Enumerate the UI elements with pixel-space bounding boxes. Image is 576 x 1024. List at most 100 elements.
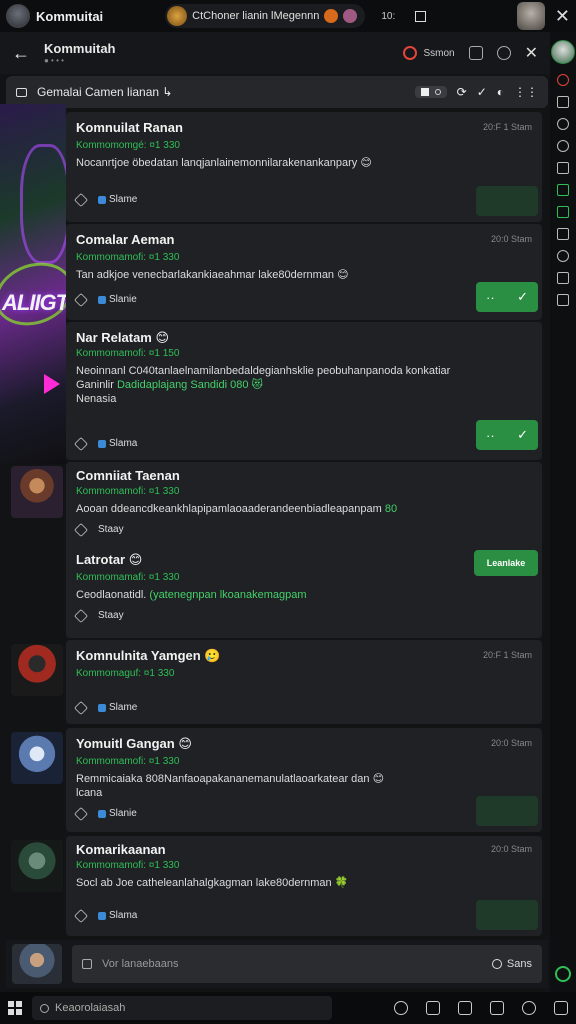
sender-name: Komnuilat Ranan bbox=[76, 120, 183, 135]
avatar[interactable] bbox=[11, 840, 63, 892]
message-line: Neoinnanl C040tanlaelnamilanbedaldegianh… bbox=[76, 365, 451, 377]
sender-meta: Kommomamofi: ¤1 330 bbox=[76, 252, 180, 263]
send-button[interactable]: Sans bbox=[491, 958, 532, 970]
help-icon[interactable] bbox=[557, 140, 569, 152]
reply-button[interactable] bbox=[476, 900, 538, 930]
message-footer: Staay bbox=[73, 608, 124, 623]
filter-toggle[interactable] bbox=[414, 86, 447, 98]
message-card[interactable]: Comniiat Taenan Kommomamofi: ¤1 330 Aooa… bbox=[66, 462, 542, 638]
message-body: Socl ab Joe catheleanlahalgkagman lake80… bbox=[76, 877, 349, 889]
share-button[interactable]: Slanie bbox=[98, 808, 137, 819]
share-icon bbox=[98, 809, 106, 818]
tag-icon[interactable] bbox=[73, 908, 89, 923]
check-icon[interactable]: ✓ bbox=[477, 85, 487, 99]
share-button[interactable]: Slame bbox=[98, 194, 137, 205]
status-icon[interactable] bbox=[555, 966, 571, 982]
message-body: Remmicaiaka 808Nanfaoapakananemanulatlao… bbox=[76, 772, 516, 800]
search-icon[interactable] bbox=[496, 46, 511, 60]
message-card[interactable]: Nar Relatam 😊 Kommomamofi: ¤1 150 Neoinn… bbox=[66, 322, 542, 460]
people-icon[interactable] bbox=[468, 46, 483, 60]
sender-name: Latrotar 😊 bbox=[76, 552, 143, 567]
message-input[interactable]: Vor lanaebaans Sans bbox=[72, 945, 542, 983]
orange-status-icon[interactable] bbox=[324, 9, 339, 23]
record-label[interactable]: Ssmon bbox=[423, 48, 454, 59]
channel-actions: ⟳ ✓ ◐ ⋮⋮ bbox=[414, 85, 538, 99]
share-button[interactable]: Slama bbox=[98, 438, 137, 449]
confirm-button[interactable]: ·· ✓ bbox=[476, 282, 538, 312]
avatar[interactable] bbox=[11, 466, 63, 518]
tag-icon[interactable] bbox=[73, 806, 89, 821]
tag-icon[interactable] bbox=[73, 608, 89, 623]
message-card[interactable]: Komnulnita Yamgen 🥲 20:F 1 Stam Kommomag… bbox=[66, 640, 542, 724]
rotate-icon[interactable]: ◐ bbox=[497, 85, 504, 99]
app-avatar[interactable] bbox=[6, 4, 30, 28]
tag-icon[interactable] bbox=[73, 292, 89, 307]
rail-avatar[interactable] bbox=[551, 40, 575, 64]
share-icon bbox=[98, 911, 106, 920]
browser-icon[interactable] bbox=[394, 1001, 408, 1015]
share-label: Slama bbox=[109, 438, 138, 449]
message-card[interactable]: Yomuitl Gangan 😊 20:0 Stam Kommomamofi: … bbox=[66, 728, 542, 832]
windows-icon[interactable] bbox=[8, 1001, 22, 1015]
sender-name: Komnulnita Yamgen 🥲 bbox=[76, 648, 221, 663]
avatar[interactable] bbox=[11, 732, 63, 784]
settings-icon[interactable] bbox=[522, 1001, 536, 1015]
confirm-button[interactable]: ·· ✓ bbox=[476, 420, 538, 450]
message-body: Neoinnanl C040tanlaelnamilanbedaldegianh… bbox=[76, 364, 516, 406]
window-close-icon[interactable]: ✕ bbox=[555, 6, 570, 27]
share-button[interactable]: Slanie bbox=[98, 294, 137, 305]
chat-icon[interactable] bbox=[557, 272, 569, 284]
explorer-icon[interactable] bbox=[426, 1001, 440, 1015]
close-icon[interactable]: ✕ bbox=[525, 43, 538, 63]
notification-pill[interactable]: CtChoner lianin lMegennn bbox=[165, 4, 366, 28]
sender-name: Komarikaanan bbox=[76, 842, 166, 857]
composer-avatar[interactable] bbox=[12, 944, 62, 984]
win-tile bbox=[8, 1001, 14, 1007]
record-icon[interactable] bbox=[403, 46, 418, 60]
message-line: Remmicaiaka 808Nanfaoapakananemanulatlao… bbox=[76, 773, 385, 785]
folder-icon[interactable] bbox=[557, 228, 569, 240]
tag-icon[interactable] bbox=[73, 700, 89, 715]
accept-button[interactable]: Leanlake bbox=[474, 550, 538, 576]
back-arrow-icon[interactable]: ← bbox=[12, 43, 36, 64]
banner-brand: ALIIGT bbox=[2, 290, 66, 315]
pen-icon[interactable] bbox=[458, 1001, 472, 1015]
share-button[interactable]: Slama bbox=[98, 910, 137, 921]
maximize-icon[interactable] bbox=[415, 10, 427, 22]
share-button[interactable]: Staay bbox=[98, 524, 124, 535]
document-icon[interactable] bbox=[557, 162, 569, 174]
sender-name: Nar Relatam 😊 bbox=[76, 330, 170, 345]
share-button[interactable]: Staay bbox=[98, 610, 124, 621]
green-chart-icon[interactable] bbox=[557, 206, 569, 218]
sender-name: Yomuitl Gangan 😊 bbox=[76, 736, 192, 751]
timer-icon[interactable] bbox=[557, 118, 569, 130]
list-icon[interactable] bbox=[557, 96, 569, 108]
grid-icon[interactable]: ⋮⋮ bbox=[514, 85, 538, 99]
tag-icon[interactable] bbox=[73, 192, 89, 207]
profile-status-icon[interactable] bbox=[343, 9, 358, 23]
store-icon[interactable] bbox=[490, 1001, 504, 1015]
message-card[interactable]: Comalar Aeman 20:0 Stam Kommomamofi: ¤1 … bbox=[66, 224, 542, 320]
reply-button[interactable] bbox=[476, 796, 538, 826]
panel-icon[interactable] bbox=[557, 294, 569, 306]
sender-name: Comalar Aeman bbox=[76, 232, 175, 247]
taskbar-search[interactable]: Keaorolaiasah bbox=[32, 996, 332, 1020]
green-app-icon[interactable] bbox=[557, 184, 569, 196]
tag-icon[interactable] bbox=[73, 522, 89, 537]
message-card[interactable]: Komarikaanan 20:0 Stam Kommomamofi: ¤1 3… bbox=[66, 836, 542, 936]
share-button[interactable]: Slame bbox=[98, 702, 137, 713]
message-card[interactable]: Komnuilat Ranan 20:F 1 Stam Kommomomgé: … bbox=[66, 112, 542, 222]
tag-icon[interactable] bbox=[73, 436, 89, 451]
terminal-icon[interactable] bbox=[554, 1001, 568, 1015]
reply-button[interactable] bbox=[476, 186, 538, 216]
user-avatar[interactable] bbox=[516, 2, 545, 30]
avatar[interactable] bbox=[11, 644, 63, 696]
channel-bar: Gemalai Camen lianan ↳ ⟳ ✓ ◐ ⋮⋮ bbox=[6, 76, 548, 108]
more-icon: ·· bbox=[486, 427, 495, 443]
attach-icon[interactable] bbox=[82, 959, 92, 969]
refresh-icon[interactable]: ⟳ bbox=[457, 85, 467, 99]
message-footer: Slama bbox=[73, 436, 137, 451]
alert-icon[interactable] bbox=[557, 74, 569, 86]
settings-icon[interactable] bbox=[557, 250, 569, 262]
home-icon bbox=[420, 88, 429, 96]
